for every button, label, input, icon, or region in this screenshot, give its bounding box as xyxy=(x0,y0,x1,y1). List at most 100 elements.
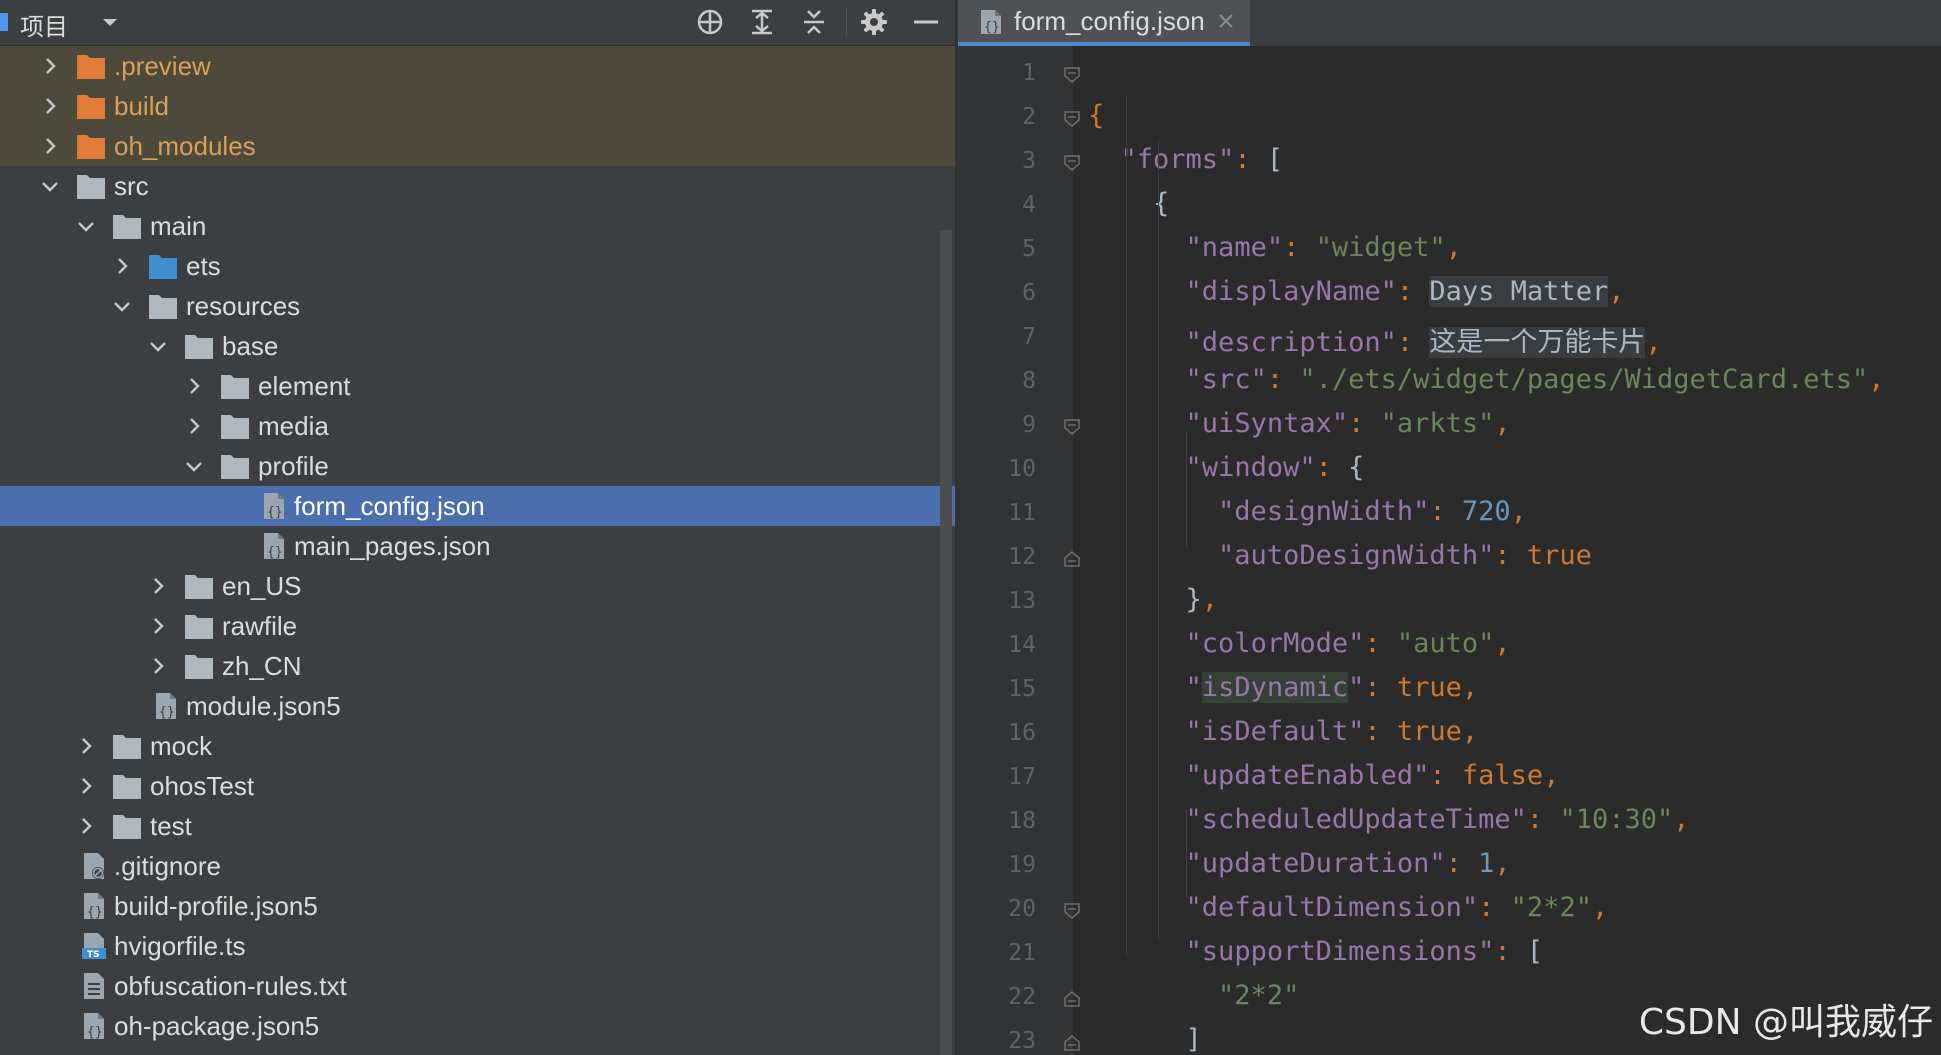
tree-item[interactable]: rawfile xyxy=(0,606,955,646)
code-token: "arkts" xyxy=(1380,408,1495,439)
line-number: 16 xyxy=(1008,720,1036,746)
tree-item[interactable]: ets xyxy=(0,246,955,286)
indent-guide xyxy=(1126,96,1127,956)
folder-icon xyxy=(185,655,213,679)
code-line: "isDefault": true, xyxy=(1088,716,1479,747)
fold-end-icon[interactable] xyxy=(1063,550,1081,568)
chevron-down-icon[interactable] xyxy=(146,334,170,358)
chevron-right-icon[interactable] xyxy=(74,814,98,838)
fold-toggle-icon[interactable] xyxy=(1063,154,1081,172)
hide-panel-icon[interactable] xyxy=(910,6,942,38)
chevron-right-icon[interactable] xyxy=(74,734,98,758)
chevron-down-icon[interactable] xyxy=(98,10,122,34)
tree-item-label: mock xyxy=(150,731,213,761)
chevron-down-icon[interactable] xyxy=(74,214,98,238)
tree-item[interactable]: mock xyxy=(0,726,955,766)
code-token: , xyxy=(1645,327,1662,358)
tree-item[interactable]: obfuscation-rules.txt xyxy=(0,966,955,1006)
line-number: 18 xyxy=(1008,808,1036,834)
chevron-right-icon[interactable] xyxy=(38,54,62,78)
tree-item[interactable]: TS hvigorfile.ts xyxy=(0,926,955,966)
tree-item-label: oh_modules xyxy=(114,131,256,161)
tab-form-config-json[interactable]: {} form_config.json xyxy=(958,0,1250,46)
code-token: true xyxy=(1396,672,1462,703)
code-line: "colorMode": "auto", xyxy=(1088,628,1511,659)
line-number: 6 xyxy=(1022,280,1036,306)
chevron-down-icon[interactable] xyxy=(182,454,206,478)
tree-item[interactable]: {} form_config.json xyxy=(0,486,955,526)
fold-toggle-icon[interactable] xyxy=(1063,418,1081,436)
tree-item[interactable]: build xyxy=(0,86,955,126)
tree-item[interactable]: oh_modules xyxy=(0,126,955,166)
editor-tab-bar: {} form_config.json xyxy=(958,0,1941,46)
code-token: { xyxy=(1348,452,1365,483)
line-number: 11 xyxy=(1008,500,1036,526)
tree-item[interactable]: {} main_pages.json xyxy=(0,526,955,566)
tree-item-label: .gitignore xyxy=(114,851,221,881)
tree-item[interactable]: {} oh-package.json5 xyxy=(0,1006,955,1046)
tree-item[interactable]: .preview xyxy=(0,46,955,86)
tree-item-label: ets xyxy=(186,251,221,281)
code-line: "window": { xyxy=(1088,452,1365,483)
chevron-right-icon[interactable] xyxy=(38,134,62,158)
chevron-right-icon[interactable] xyxy=(182,414,206,438)
code-token: " xyxy=(1348,672,1365,703)
locate-target-icon[interactable] xyxy=(694,6,726,38)
tree-item[interactable]: {} module.json5 xyxy=(0,686,955,726)
fold-end-icon[interactable] xyxy=(1063,990,1081,1008)
project-scrollbar[interactable] xyxy=(940,230,952,1055)
tree-item[interactable]: element xyxy=(0,366,955,406)
code-token: : xyxy=(1315,452,1349,483)
tree-item[interactable]: .gitignore xyxy=(0,846,955,886)
chevron-right-icon[interactable] xyxy=(146,614,170,638)
code-token: [ xyxy=(1526,936,1544,967)
tree-item[interactable]: media xyxy=(0,406,955,446)
tree-item[interactable]: main xyxy=(0,206,955,246)
fold-toggle-icon[interactable] xyxy=(1063,902,1081,920)
tree-item-label: profile xyxy=(258,451,329,481)
code-line: "description": 这是一个万能卡片, xyxy=(1088,320,1662,359)
code-token: : xyxy=(1364,716,1397,747)
fold-toggle-icon[interactable] xyxy=(1063,110,1081,128)
gear-icon[interactable] xyxy=(858,6,890,38)
tree-item[interactable]: test xyxy=(0,806,955,846)
code-line: "isDynamic": true, xyxy=(1088,672,1478,703)
tree-item[interactable]: src xyxy=(0,166,955,206)
code-line: "defaultDimension": "2*2", xyxy=(1088,892,1609,923)
close-icon[interactable] xyxy=(1216,11,1236,31)
json-file-icon: {} xyxy=(84,893,104,920)
tree-item[interactable]: zh_CN xyxy=(0,646,955,686)
code-token: , xyxy=(1461,716,1479,747)
tree-item[interactable]: en_US xyxy=(0,566,955,606)
expand-all-icon[interactable] xyxy=(746,6,778,38)
tree-item[interactable]: ohosTest xyxy=(0,766,955,806)
tree-item[interactable]: resources xyxy=(0,286,955,326)
tree-item[interactable]: base xyxy=(0,326,955,366)
indent-guide xyxy=(1158,140,1159,940)
chevron-right-icon[interactable] xyxy=(110,254,134,278)
fold-end-icon[interactable] xyxy=(1063,1034,1081,1052)
chevron-right-icon[interactable] xyxy=(146,574,170,598)
fold-toggle-icon[interactable] xyxy=(1063,66,1081,84)
svg-text:{}: {} xyxy=(87,1025,103,1040)
chevron-down-icon[interactable] xyxy=(110,294,134,318)
tree-item[interactable]: profile xyxy=(0,446,955,486)
chevron-right-icon[interactable] xyxy=(182,374,206,398)
project-panel-title[interactable]: 项目 xyxy=(20,7,68,42)
project-panel-header: 项目 xyxy=(0,0,955,46)
chevron-right-icon[interactable] xyxy=(38,94,62,118)
chevron-right-icon[interactable] xyxy=(146,654,170,678)
code-line: "2*2" xyxy=(1088,980,1299,1011)
chevron-down-icon[interactable] xyxy=(38,174,62,198)
collapse-all-icon[interactable] xyxy=(798,6,830,38)
chevron-right-icon[interactable] xyxy=(74,774,98,798)
project-panel: 项目 .preview build oh_modules src main et… xyxy=(0,0,955,1055)
tree-item[interactable]: {} build-profile.json5 xyxy=(0,886,955,926)
tree-item-label: test xyxy=(150,811,192,841)
